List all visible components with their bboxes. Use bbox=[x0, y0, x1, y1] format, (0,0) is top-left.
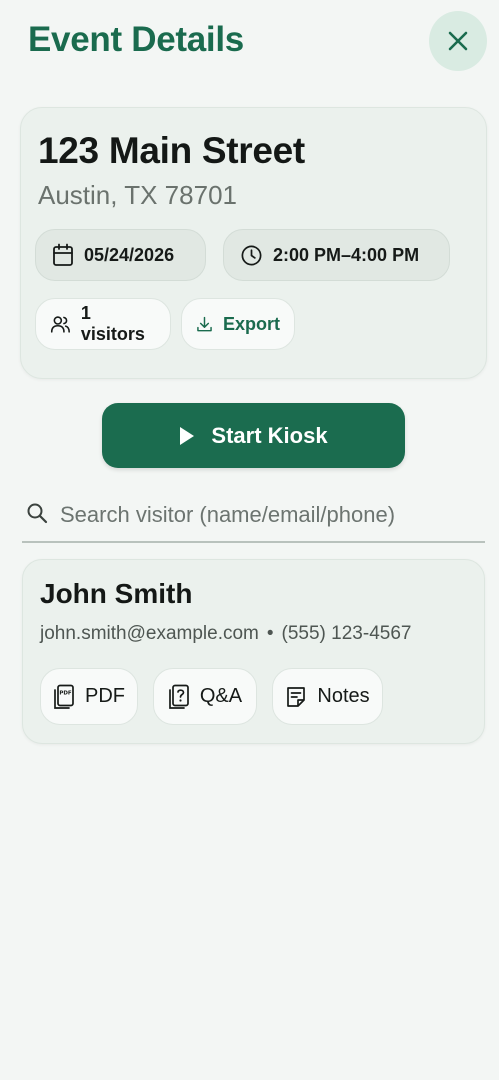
notes-icon bbox=[287, 686, 306, 707]
export-button[interactable]: Export bbox=[181, 298, 295, 350]
event-details-screen: Event Details 123 Main Street Austin, TX… bbox=[0, 0, 499, 1080]
visitor-name: John Smith bbox=[40, 578, 193, 609]
event-address: 123 Main Street bbox=[38, 130, 305, 171]
users-icon bbox=[50, 316, 70, 333]
event-city: Austin, TX 78701 bbox=[38, 180, 237, 210]
calendar-icon bbox=[53, 243, 73, 266]
search-input[interactable] bbox=[60, 497, 480, 533]
close-button[interactable] bbox=[429, 11, 487, 71]
notes-label: Notes bbox=[317, 685, 370, 707]
pdf-button[interactable]: PDF PDF bbox=[40, 668, 138, 725]
header: Event Details bbox=[0, 0, 499, 86]
qa-button[interactable]: Q&A bbox=[153, 668, 257, 725]
start-kiosk-button[interactable]: Start Kiosk bbox=[102, 403, 405, 468]
close-icon bbox=[448, 31, 468, 51]
svg-text:PDF: PDF bbox=[59, 690, 72, 696]
pdf-file-icon: PDF bbox=[54, 684, 74, 709]
export-label: Export bbox=[222, 313, 280, 334]
search-icon bbox=[27, 503, 48, 524]
visitors-count-chip[interactable]: 1 visitors bbox=[35, 298, 171, 350]
time-chip[interactable]: 2:00 PM–4:00 PM bbox=[223, 229, 450, 281]
visitor-contact: john.smith@example.com • (555) 123-4567 bbox=[40, 623, 411, 645]
question-doc-icon bbox=[169, 684, 189, 709]
page-title: Event Details bbox=[28, 20, 244, 59]
visitor-card[interactable]: John Smith john.smith@example.com • (555) … bbox=[22, 559, 485, 744]
pdf-label: PDF bbox=[85, 685, 125, 707]
date-chip[interactable]: 05/24/2026 bbox=[35, 229, 206, 281]
event-summary-card: 123 Main Street Austin, TX 78701 05/24/2… bbox=[20, 107, 487, 379]
start-kiosk-label: Start Kiosk bbox=[211, 422, 328, 448]
visitor-search bbox=[22, 489, 485, 543]
visitor-email: john.smith@example.com bbox=[40, 623, 259, 644]
qa-label: Q&A bbox=[199, 685, 243, 707]
clock-icon bbox=[241, 245, 262, 265]
download-icon bbox=[197, 316, 212, 331]
event-date: 05/24/2026 bbox=[84, 244, 175, 265]
visitors-count: 1 visitors bbox=[80, 303, 145, 344]
event-time: 2:00 PM–4:00 PM bbox=[273, 244, 420, 265]
contact-separator: • bbox=[266, 623, 274, 644]
visitor-phone: (555) 123-4567 bbox=[281, 623, 412, 644]
play-icon bbox=[180, 426, 195, 445]
notes-button[interactable]: Notes bbox=[272, 668, 383, 725]
